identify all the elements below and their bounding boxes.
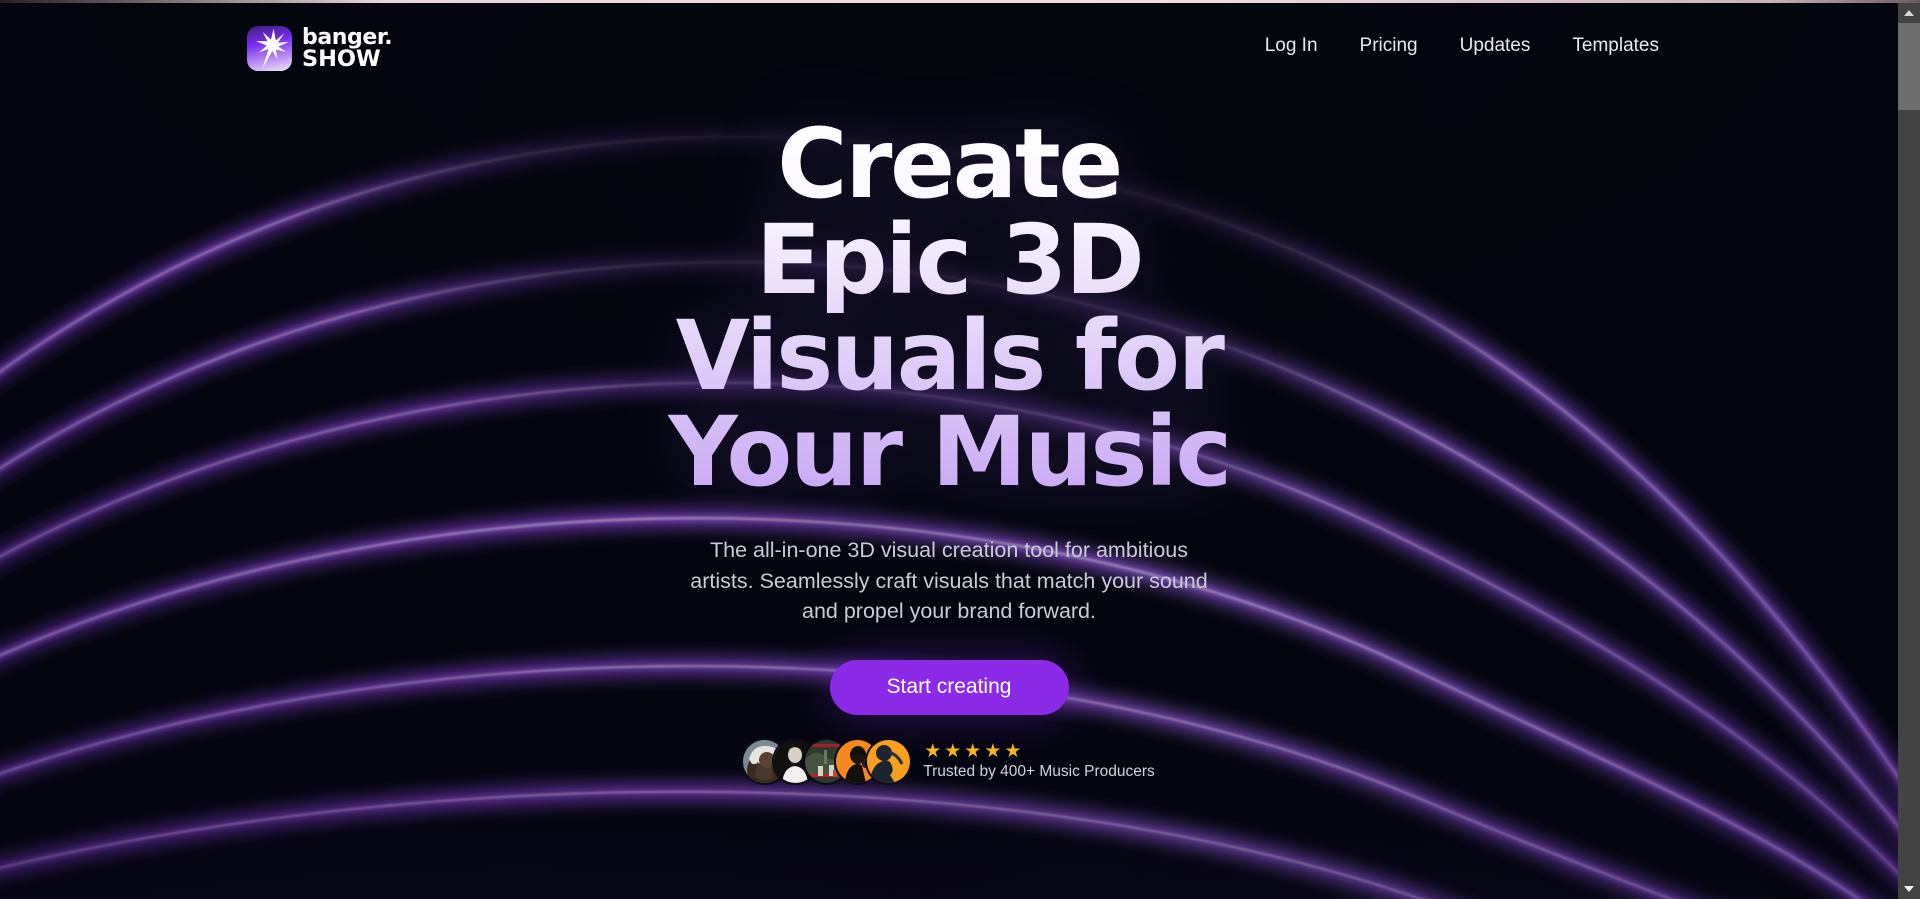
nav-link-pricing[interactable]: Pricing <box>1360 35 1418 57</box>
brand-wordmark: banger. SHOW <box>302 24 393 72</box>
site-header: banger. SHOW Log In Pricing Updates Temp… <box>0 3 1898 89</box>
star-icon: ★ <box>984 740 1002 762</box>
star-rating: ★ ★ ★ ★ ★ <box>924 742 1155 761</box>
headline-line-4: Your Music <box>668 396 1230 508</box>
nav-link-templates[interactable]: Templates <box>1572 35 1659 57</box>
browser-chrome-edge <box>0 0 1920 3</box>
brand-logo-link[interactable]: banger. SHOW <box>247 24 393 72</box>
brand-line-1: banger. <box>302 24 393 50</box>
brand-line-2: SHOW <box>302 45 381 72</box>
hero-section: Create Epic 3D Visuals for Your Music Th… <box>0 89 1898 783</box>
sparkle-star-icon <box>247 26 292 71</box>
avatar-stack <box>743 739 911 783</box>
main-nav: Log In Pricing Updates Templates <box>1265 35 1659 57</box>
headline-line-2: Epic 3D <box>755 204 1143 316</box>
avatar-producer-5 <box>867 739 911 783</box>
nav-link-updates[interactable]: Updates <box>1460 35 1531 57</box>
star-icon: ★ <box>944 740 962 762</box>
trust-text: Trusted by 400+ Music Producers <box>923 762 1155 780</box>
star-icon: ★ <box>1004 740 1022 762</box>
headline-line-3: Visuals for <box>675 300 1223 412</box>
scroll-down-arrow[interactable] <box>1898 879 1920 899</box>
star-icon: ★ <box>964 740 982 762</box>
page-viewport: banger. SHOW Log In Pricing Updates Temp… <box>0 3 1898 899</box>
page-title: Create Epic 3D Visuals for Your Music <box>668 116 1230 500</box>
scroll-up-arrow[interactable] <box>1898 3 1920 23</box>
rating-block: ★ ★ ★ ★ ★ Trusted by 400+ Music Producer… <box>923 742 1155 781</box>
start-creating-button[interactable]: Start creating <box>829 659 1069 715</box>
page-scrollbar[interactable] <box>1898 3 1920 899</box>
scroll-thumb[interactable] <box>1898 23 1920 110</box>
headline-line-1: Create <box>777 108 1121 220</box>
hero-subtitle: The all-in-one 3D visual creation tool f… <box>690 538 1208 624</box>
nav-link-log-in[interactable]: Log In <box>1265 35 1318 57</box>
social-proof: ★ ★ ★ ★ ★ Trusted by 400+ Music Producer… <box>743 739 1155 783</box>
star-icon: ★ <box>924 740 942 762</box>
